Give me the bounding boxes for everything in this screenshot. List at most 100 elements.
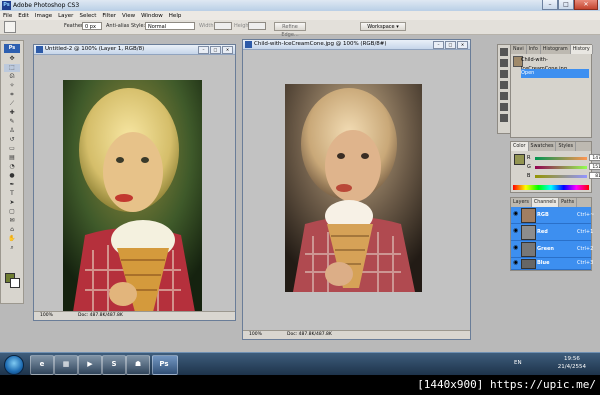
doc-close-button[interactable]: ✕ bbox=[222, 46, 233, 54]
blue-track[interactable] bbox=[535, 175, 587, 178]
green-value[interactable]: 151 bbox=[589, 163, 600, 170]
menu-file[interactable]: File bbox=[3, 13, 12, 19]
zoom-tool-icon[interactable]: ⌕ bbox=[4, 244, 20, 252]
green-slider[interactable]: G 151 bbox=[513, 163, 600, 171]
minimize-button[interactable]: – bbox=[542, 0, 558, 10]
taskbar-explorer-button[interactable]: ▦ bbox=[54, 355, 78, 375]
menu-help[interactable]: Help bbox=[169, 13, 182, 19]
language-indicator[interactable]: EN bbox=[514, 360, 522, 366]
hand-tool-icon[interactable]: ✋ bbox=[4, 235, 20, 243]
clone-stamp-tool-icon[interactable]: ♙ bbox=[4, 127, 20, 135]
red-slider[interactable]: R 147 bbox=[513, 154, 600, 162]
menu-layer[interactable]: Layer bbox=[58, 13, 73, 19]
tool-presets-panel-icon[interactable] bbox=[500, 103, 508, 111]
tab-layers[interactable]: Layers bbox=[511, 198, 532, 207]
dodge-tool-icon[interactable]: ● bbox=[4, 172, 20, 180]
eye-visibility-icon[interactable]: ◉ bbox=[513, 260, 519, 266]
notes-tool-icon[interactable]: ✉ bbox=[4, 217, 20, 225]
doc-minimize-button[interactable]: – bbox=[198, 46, 209, 54]
histogram-panel-icon[interactable] bbox=[500, 70, 508, 78]
channel-row-red[interactable]: ◉ Red Ctrl+1 bbox=[511, 224, 593, 241]
tab-info[interactable]: Info bbox=[527, 45, 541, 54]
red-value[interactable]: 147 bbox=[589, 154, 600, 161]
doc-size-info[interactable]: Doc: 487.8K/487.8K bbox=[287, 331, 332, 339]
tab-histogram[interactable]: Histogram bbox=[541, 45, 571, 54]
refine-edge-button[interactable]: Refine Edge... bbox=[274, 22, 306, 38]
doc-close-button[interactable]: ✕ bbox=[457, 41, 468, 49]
crop-tool-icon[interactable]: ⌗ bbox=[4, 91, 20, 99]
history-open-item[interactable]: Open bbox=[521, 69, 589, 78]
tab-color[interactable]: Color bbox=[511, 142, 529, 151]
lasso-tool-icon[interactable]: ᘏ bbox=[4, 73, 20, 81]
document-window-child[interactable]: Child-with-IceCreamCone.jpg @ 100% (RGB/… bbox=[242, 39, 471, 340]
eye-visibility-icon[interactable]: ◉ bbox=[513, 228, 519, 234]
brush-tool-icon[interactable]: ✎ bbox=[4, 118, 20, 126]
doc-maximize-button[interactable]: □ bbox=[445, 41, 456, 49]
channel-row-blue[interactable]: ◉ Blue Ctrl+3 bbox=[511, 258, 593, 270]
red-track[interactable] bbox=[535, 157, 587, 160]
type-tool-icon[interactable]: T bbox=[4, 190, 20, 198]
height-input[interactable] bbox=[248, 22, 266, 30]
magic-wand-tool-icon[interactable]: ✧ bbox=[4, 82, 20, 90]
actions-panel-icon[interactable] bbox=[500, 81, 508, 89]
eye-visibility-icon[interactable]: ◉ bbox=[513, 211, 519, 217]
path-selection-tool-icon[interactable]: ➤ bbox=[4, 199, 20, 207]
pen-tool-icon[interactable]: ✒ bbox=[4, 181, 20, 189]
canvas-image-green-tint[interactable] bbox=[63, 80, 202, 312]
taskbar-skype-button[interactable]: S bbox=[102, 355, 126, 375]
gradient-tool-icon[interactable]: ▤ bbox=[4, 154, 20, 162]
tab-swatches[interactable]: Swatches bbox=[529, 142, 557, 151]
green-track[interactable] bbox=[535, 166, 587, 169]
close-button[interactable]: ✕ bbox=[574, 0, 598, 10]
eyedropper-tool-icon[interactable]: ⌂ bbox=[4, 226, 20, 234]
document-window-untitled[interactable]: Untitled-2 @ 100% (Layer 1, RGB/8) – □ ✕ bbox=[33, 44, 236, 321]
tab-styles[interactable]: Styles bbox=[556, 142, 577, 151]
eraser-tool-icon[interactable]: ▭ bbox=[4, 145, 20, 153]
doc-maximize-button[interactable]: □ bbox=[210, 46, 221, 54]
layer-comps-panel-icon[interactable] bbox=[500, 114, 508, 122]
maximize-button[interactable]: □ bbox=[558, 0, 574, 10]
history-source-item[interactable]: Child-with-IceCreamCone.jpg bbox=[521, 56, 589, 72]
style-select[interactable]: Normal bbox=[145, 22, 195, 30]
slice-tool-icon[interactable]: ⟋ bbox=[4, 100, 20, 108]
menu-filter[interactable]: Filter bbox=[102, 13, 116, 19]
tab-history[interactable]: History bbox=[570, 45, 593, 54]
tab-channels[interactable]: Channels bbox=[531, 198, 560, 207]
zoom-level[interactable]: 100% bbox=[249, 331, 262, 339]
marquee-tool-icon[interactable]: ⬚ bbox=[4, 64, 20, 72]
blur-tool-icon[interactable]: ◔ bbox=[4, 163, 20, 171]
shape-tool-icon[interactable]: ▢ bbox=[4, 208, 20, 216]
workspace-button[interactable]: Workspace ▾ bbox=[360, 22, 406, 31]
channel-row-green[interactable]: ◉ Green Ctrl+2 bbox=[511, 241, 593, 258]
color-spectrum-ramp[interactable] bbox=[513, 185, 589, 190]
navigator-panel-icon[interactable] bbox=[500, 48, 508, 56]
width-input[interactable] bbox=[214, 22, 232, 30]
move-tool-icon[interactable]: ✥ bbox=[4, 55, 20, 63]
eye-visibility-icon[interactable]: ◉ bbox=[513, 245, 519, 251]
blue-slider[interactable]: B 81 bbox=[513, 172, 600, 180]
healing-brush-tool-icon[interactable]: ✚ bbox=[4, 109, 20, 117]
channel-row-rgb[interactable]: ◉ RGB Ctrl+~ bbox=[511, 207, 594, 224]
tab-paths[interactable]: Paths bbox=[559, 198, 578, 207]
tab-navigator[interactable]: Navi bbox=[511, 45, 527, 54]
menu-view[interactable]: View bbox=[122, 13, 135, 19]
doc-size-info[interactable]: Doc: 487.8K/487.8K bbox=[78, 312, 123, 320]
menu-edit[interactable]: Edit bbox=[18, 13, 29, 19]
marquee-tool-preset-icon[interactable] bbox=[4, 21, 16, 33]
info-panel-icon[interactable] bbox=[500, 59, 508, 67]
menu-window[interactable]: Window bbox=[141, 13, 163, 19]
background-color-swatch[interactable] bbox=[10, 278, 20, 288]
blue-value[interactable]: 81 bbox=[589, 172, 600, 179]
taskbar-network-button[interactable]: ☗ bbox=[126, 355, 150, 375]
taskbar-ie-button[interactable]: e bbox=[30, 355, 54, 375]
zoom-level[interactable]: 100% bbox=[40, 312, 53, 320]
history-brush-tool-icon[interactable]: ↺ bbox=[4, 136, 20, 144]
menu-select[interactable]: Select bbox=[79, 13, 96, 19]
taskbar-media-player-button[interactable]: ▶ bbox=[78, 355, 102, 375]
doc-minimize-button[interactable]: – bbox=[433, 41, 444, 49]
menu-image[interactable]: Image bbox=[35, 13, 52, 19]
clock[interactable]: 19:56 21/4/2554 bbox=[558, 355, 586, 371]
antialias-checkbox[interactable]: Anti-alias bbox=[106, 23, 129, 29]
taskbar-photoshop-button[interactable]: Ps bbox=[152, 355, 178, 375]
feather-input[interactable]: 0 px bbox=[82, 22, 102, 30]
